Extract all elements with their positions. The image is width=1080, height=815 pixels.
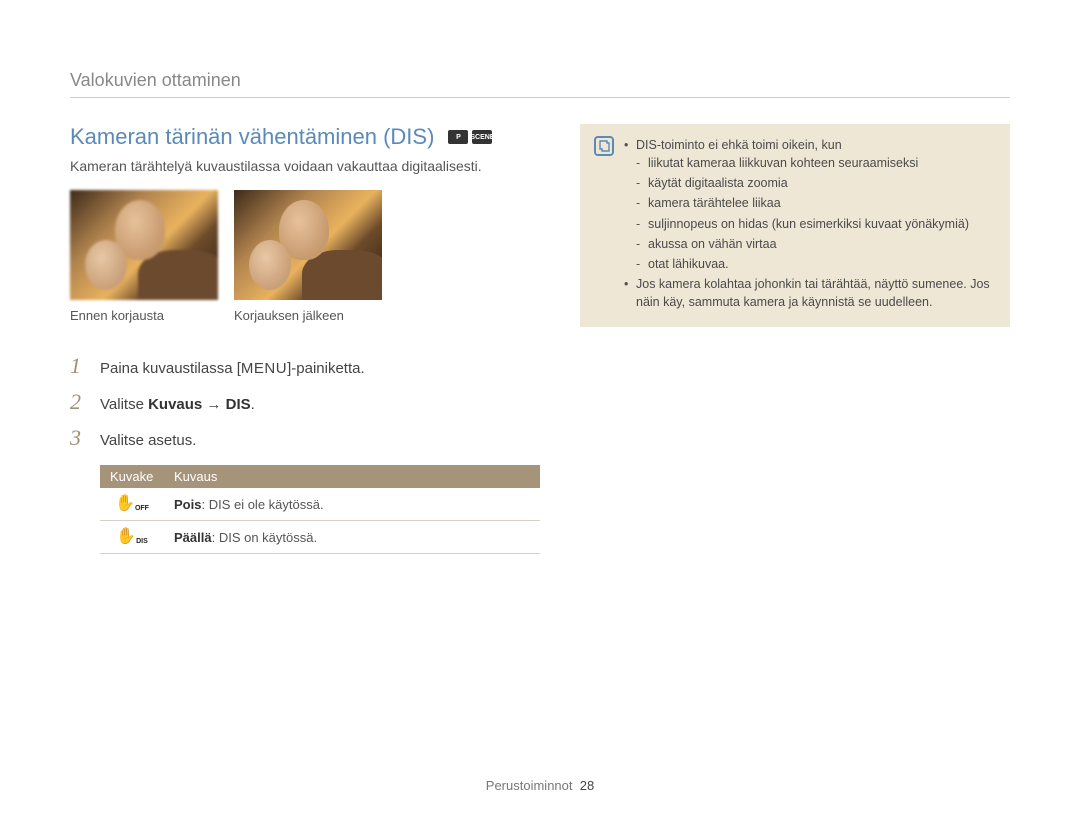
td-desc: Pois: DIS ei ole käytössä. bbox=[164, 488, 540, 521]
photo-before bbox=[70, 190, 218, 300]
note-item: Jos kamera kolahtaa johonkin tai tärähtä… bbox=[624, 275, 996, 311]
note-subitem: otat lähikuvaa. bbox=[636, 255, 996, 273]
note-content: DIS-toiminto ei ehkä toimi oikein, kun l… bbox=[624, 136, 996, 313]
step-text: Valitse Kuvaus → DIS. bbox=[100, 396, 255, 413]
page: Valokuvien ottaminen Kameran tärinän väh… bbox=[0, 0, 1080, 554]
note-subitem: liikutat kameraa liikkuvan kohteen seura… bbox=[636, 154, 996, 172]
menu-button-label: MENU bbox=[241, 360, 287, 377]
photo-after bbox=[234, 190, 382, 300]
step-2: 2 Valitse Kuvaus → DIS. bbox=[70, 389, 540, 415]
step-text: Paina kuvaustilassa [MENU]-painiketta. bbox=[100, 360, 365, 377]
caption-before: Ennen korjausta bbox=[70, 308, 218, 323]
step-number: 1 bbox=[70, 353, 88, 379]
steps: 1 Paina kuvaustilassa [MENU]-painiketta.… bbox=[70, 353, 540, 451]
step-3: 3 Valitse asetus. bbox=[70, 425, 540, 451]
columns: Kameran tärinän vähentäminen (DIS) P SCE… bbox=[70, 124, 1010, 554]
note-item: DIS-toiminto ei ehkä toimi oikein, kun l… bbox=[624, 136, 996, 273]
title-row: Kameran tärinän vähentäminen (DIS) P SCE… bbox=[70, 124, 540, 150]
settings-table: Kuvake Kuvaus ✋OFF Pois: DIS ei ole käyt… bbox=[100, 465, 540, 554]
th-icon: Kuvake bbox=[100, 465, 164, 488]
note-box: DIS-toiminto ei ehkä toimi oikein, kun l… bbox=[580, 124, 1010, 327]
page-number: 28 bbox=[580, 778, 594, 793]
step-text: Valitse asetus. bbox=[100, 432, 196, 449]
mode-icon-p: P bbox=[448, 130, 468, 144]
footer-section: Perustoiminnot bbox=[486, 778, 573, 793]
mode-icons: P SCENE bbox=[448, 130, 492, 144]
divider bbox=[70, 97, 1010, 98]
note-subitem: käytät digitaalista zoomia bbox=[636, 174, 996, 192]
step-number: 2 bbox=[70, 389, 88, 415]
note-subitem: kamera tärähtelee liikaa bbox=[636, 194, 996, 212]
note-subitem: suljinnopeus on hidas (kun esimerkiksi k… bbox=[636, 215, 996, 233]
mode-icon-scene: SCENE bbox=[472, 130, 492, 144]
td-icon: ✋DIS bbox=[100, 521, 164, 554]
caption-row: Ennen korjausta Korjauksen jälkeen bbox=[70, 308, 540, 323]
note-icon bbox=[594, 136, 614, 156]
step-number: 3 bbox=[70, 425, 88, 451]
table-row: ✋DIS Päällä: DIS on käytössä. bbox=[100, 521, 540, 554]
breadcrumb: Valokuvien ottaminen bbox=[70, 70, 1010, 91]
caption-after: Korjauksen jälkeen bbox=[234, 308, 382, 323]
left-column: Kameran tärinän vähentäminen (DIS) P SCE… bbox=[70, 124, 540, 554]
td-desc: Päällä: DIS on käytössä. bbox=[164, 521, 540, 554]
page-title: Kameran tärinän vähentäminen (DIS) bbox=[70, 124, 434, 150]
table-row: ✋OFF Pois: DIS ei ole käytössä. bbox=[100, 488, 540, 521]
th-desc: Kuvaus bbox=[164, 465, 540, 488]
footer: Perustoiminnot 28 bbox=[0, 778, 1080, 793]
note-subitem: akussa on vähän virtaa bbox=[636, 235, 996, 253]
td-icon: ✋OFF bbox=[100, 488, 164, 521]
hand-off-icon: ✋OFF bbox=[115, 496, 149, 512]
right-column: DIS-toiminto ei ehkä toimi oikein, kun l… bbox=[580, 124, 1010, 327]
photo-row bbox=[70, 190, 540, 300]
hand-dis-icon: ✋DIS bbox=[116, 529, 148, 545]
subtitle: Kameran tärähtelyä kuvaustilassa voidaan… bbox=[70, 158, 540, 174]
step-1: 1 Paina kuvaustilassa [MENU]-painiketta. bbox=[70, 353, 540, 379]
